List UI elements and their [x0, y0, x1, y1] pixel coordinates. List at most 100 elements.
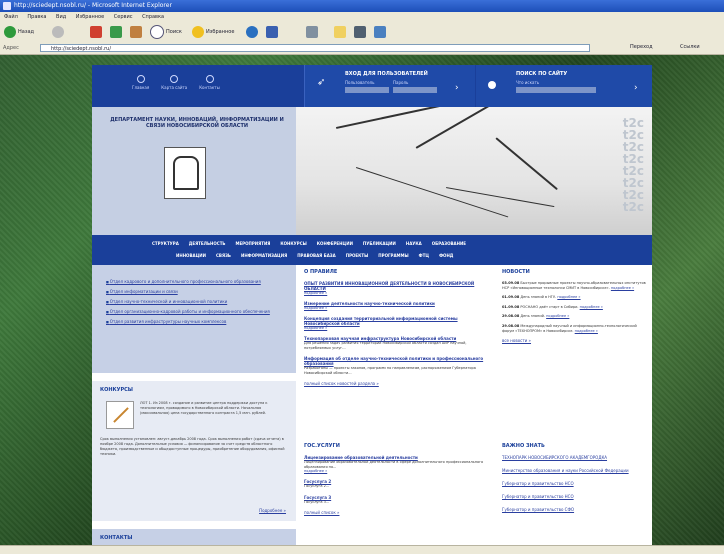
- article-title[interactable]: Концепция создания территориальной инфор…: [304, 316, 494, 326]
- menu-ftc[interactable]: ФТЦ: [419, 253, 429, 258]
- important-link[interactable]: ТЕХНОПАРК НОВОСИБИРСКОГО АКАДЕМГОРОДКА: [502, 455, 648, 460]
- back-button[interactable]: Назад: [4, 25, 34, 39]
- history-button[interactable]: [266, 25, 280, 39]
- nav-contacts[interactable]: Контакты: [199, 75, 220, 90]
- menu-edit[interactable]: Правка: [27, 14, 46, 20]
- dept-link[interactable]: Отдел информатизации и связи: [106, 289, 296, 295]
- news-more[interactable]: подробнее »: [546, 314, 569, 318]
- menu-help[interactable]: Справка: [142, 14, 164, 20]
- login-pass-label: Пароль: [393, 80, 409, 85]
- go-button[interactable]: Переход: [630, 44, 653, 50]
- star-icon: [192, 26, 204, 38]
- ie-icon: [3, 2, 11, 10]
- news-date: 01.09.08: [502, 295, 520, 300]
- stop-button[interactable]: [90, 25, 104, 39]
- mail-button[interactable]: [306, 25, 320, 39]
- dept-link[interactable]: Отдел научно-технической и инновационной…: [106, 299, 296, 305]
- news-more[interactable]: подробнее »: [557, 295, 580, 299]
- left-column: Отдел кадрового и дополнительного профес…: [92, 265, 296, 549]
- news-more[interactable]: подробнее »: [611, 286, 634, 290]
- department-emblem: [164, 147, 206, 199]
- menu-tools[interactable]: Сервис: [114, 14, 133, 20]
- all-services-link[interactable]: полный список »: [304, 510, 494, 515]
- menu-education[interactable]: ОБРАЗОВАНИЕ: [432, 241, 466, 246]
- refresh-button[interactable]: [110, 25, 124, 39]
- news-text: Международный научный и информационно-те…: [502, 323, 637, 333]
- important-link[interactable]: Министерство образования и науки Российс…: [502, 468, 648, 473]
- tools-icon: [354, 26, 366, 38]
- home-button[interactable]: [130, 25, 144, 39]
- important-section: ВАЖНО ЗНАТЬ ТЕХНОПАРК НОВОСИБИРСКОГО АКА…: [502, 443, 648, 520]
- article-more[interactable]: подробнее »: [304, 291, 494, 295]
- nav-sitemap[interactable]: Карта сайта: [161, 75, 187, 90]
- login-user-label: Пользователь: [345, 80, 375, 85]
- contests-title: КОНКУРСЫ: [100, 387, 133, 393]
- news-date: 29.08.08: [502, 323, 520, 328]
- news-more[interactable]: подробнее »: [580, 305, 603, 309]
- menu-conferences[interactable]: КОНФЕРЕНЦИИ: [317, 241, 353, 246]
- forward-button[interactable]: [52, 25, 66, 39]
- messenger-button[interactable]: [374, 25, 388, 39]
- nav-home[interactable]: Главная: [132, 75, 149, 90]
- folder-icon: [334, 26, 346, 38]
- menu-legal[interactable]: ПРАВОВАЯ БАЗА: [297, 253, 336, 258]
- menu-view[interactable]: Вид: [56, 14, 66, 20]
- menu-publications[interactable]: ПУБЛИКАЦИИ: [363, 241, 396, 246]
- article-item: Измерение деятельности научно-техническо…: [304, 301, 494, 310]
- contest-more-link[interactable]: Подробнее »: [259, 508, 286, 513]
- banner-image: t2c t2c t2c t2c t2c t2c t2c t2c: [296, 107, 652, 235]
- all-articles-link[interactable]: полный список новостей раздела »: [304, 381, 494, 386]
- site-search-input[interactable]: [516, 87, 596, 93]
- dept-link[interactable]: Отдел организационно-кадровой работы и и…: [106, 309, 296, 315]
- important-link[interactable]: Губернатор и правительство СФО: [502, 507, 648, 512]
- menu-fund[interactable]: ФОНД: [439, 253, 453, 258]
- article-more[interactable]: подробнее »: [304, 306, 494, 310]
- news-more[interactable]: подробнее »: [575, 329, 598, 333]
- mail-icon: [306, 26, 318, 38]
- news-archive-link[interactable]: все новости »: [502, 338, 648, 343]
- article-title[interactable]: Информация об отделе научно-технической …: [304, 356, 494, 366]
- media-button[interactable]: [246, 25, 260, 39]
- login-submit-arrow[interactable]: ›: [455, 83, 459, 93]
- news-text: День знаний в НГУ.: [520, 295, 557, 300]
- important-link[interactable]: Губернатор и правительство НСО: [502, 481, 648, 486]
- menu-projects[interactable]: ПРОЕКТЫ: [346, 253, 369, 258]
- menu-favorites[interactable]: Избранное: [76, 14, 104, 20]
- menu-structure[interactable]: СТРУКТУРА: [152, 241, 179, 246]
- service-desc: Лицензирование образовательной деятельно…: [304, 460, 484, 469]
- login-title: ВХОД ДЛЯ ПОЛЬЗОВАТЕЛЕЙ: [345, 71, 428, 77]
- menu-events[interactable]: МЕРОПРИЯТИЯ: [235, 241, 270, 246]
- banner-streak: [445, 187, 555, 208]
- login-pass-field[interactable]: [393, 87, 437, 93]
- browser-window: http://sciedept.nsobl.ru/ - Microsoft In…: [0, 0, 724, 554]
- dept-link[interactable]: Отдел развития инфраструктуры научных ко…: [106, 319, 296, 325]
- article-item: Технопарковая научная инфраструктура Нов…: [304, 336, 494, 350]
- sitemap-icon: [170, 75, 179, 83]
- article-desc: Для решения задач развития территорий Но…: [304, 341, 467, 350]
- links-label[interactable]: Ссылки: [680, 44, 700, 50]
- menu-communication[interactable]: СВЯЗЬ: [216, 253, 231, 258]
- menu-science[interactable]: НАУКА: [406, 241, 422, 246]
- search-submit-arrow[interactable]: ›: [634, 83, 638, 93]
- menu-contests[interactable]: КОНКУРСЫ: [280, 241, 306, 246]
- window-title: http://sciedept.nsobl.ru/ - Microsoft In…: [14, 2, 172, 9]
- login-user-field[interactable]: [345, 87, 389, 93]
- article-more[interactable]: подробнее »: [304, 326, 494, 330]
- menu-informatization[interactable]: ИНФОРМАТИЗАЦИЯ: [241, 253, 287, 258]
- tools-button[interactable]: [354, 25, 368, 39]
- pencil-paper-icon: [106, 401, 134, 429]
- dept-link[interactable]: Отдел кадрового и дополнительного профес…: [106, 279, 296, 285]
- service-more[interactable]: подробнее »: [304, 469, 494, 473]
- search-button[interactable]: Поиск: [150, 25, 182, 39]
- menu-file[interactable]: Файл: [4, 14, 18, 20]
- important-link[interactable]: Губернатор и правительство НСО: [502, 494, 648, 499]
- article-title[interactable]: ОПЫТ РАЗВИТИЯ ИННОВАЦИОННОЙ ДЕЯТЕЛЬНОСТИ…: [304, 281, 494, 291]
- favorites-button[interactable]: Избранное: [192, 25, 234, 39]
- address-input[interactable]: http://sciedept.nsobl.ru/: [40, 44, 590, 52]
- service-item: Лицензирование образовательной деятельно…: [304, 455, 494, 473]
- menu-activity[interactable]: ДЕЯТЕЛЬНОСТЬ: [189, 241, 226, 246]
- menu-programs[interactable]: ПРОГРАММЫ: [378, 253, 408, 258]
- menu-innovation[interactable]: ИННОВАЦИИ: [176, 253, 206, 258]
- folder-button[interactable]: [334, 25, 348, 39]
- middle-column: О ПРАВИЛЕ ОПЫТ РАЗВИТИЯ ИННОВАЦИОННОЙ ДЕ…: [304, 265, 494, 545]
